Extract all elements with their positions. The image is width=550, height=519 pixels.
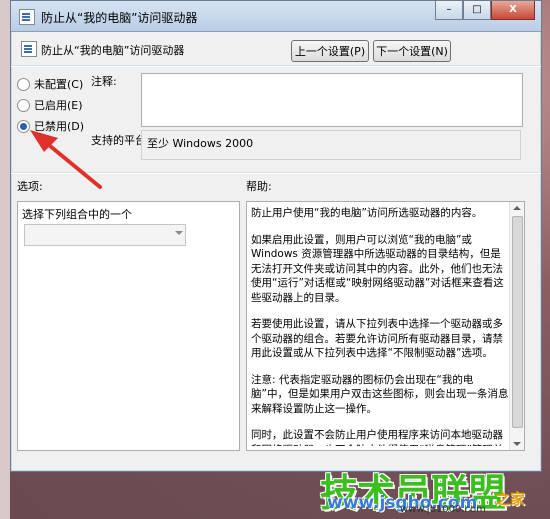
watermark-url-secondary: www.jb1000.com bbox=[400, 504, 486, 515]
annotation-arrow-icon bbox=[30, 130, 102, 189]
watermark-tag: 之家 bbox=[495, 490, 526, 508]
